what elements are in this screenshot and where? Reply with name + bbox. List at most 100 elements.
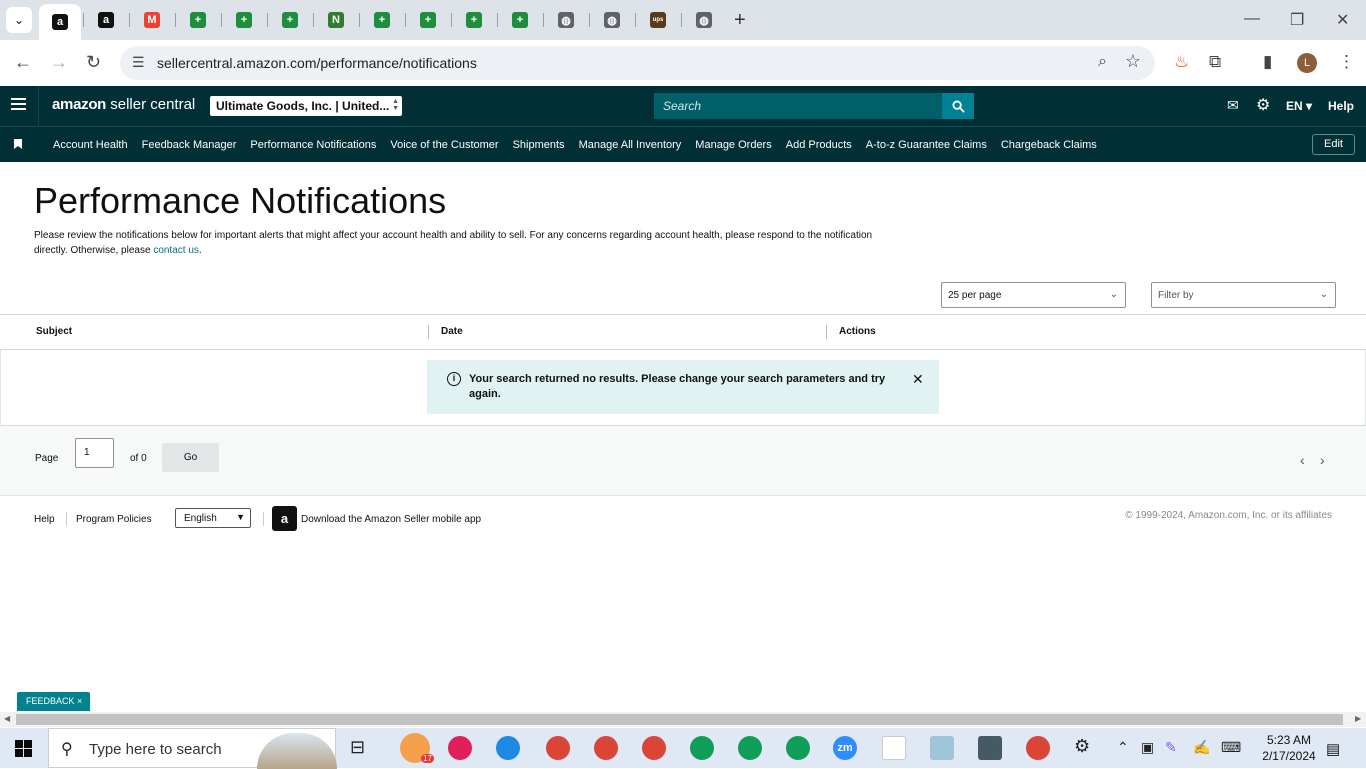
chrome-profile-icon[interactable] — [738, 736, 762, 760]
feedback-button[interactable]: FEEDBACK × — [17, 692, 90, 711]
amazon-app-icon[interactable]: a — [272, 506, 297, 531]
chrome-profile-icon[interactable] — [1026, 736, 1050, 760]
chrome-profile-icon[interactable] — [546, 736, 570, 760]
bookmark-star-icon[interactable]: ☆ — [1125, 51, 1141, 72]
bookmark-icon[interactable] — [14, 139, 22, 149]
browser-tab[interactable]: a — [39, 4, 81, 40]
address-bar[interactable]: ☰ sellercentral.amazon.com/performance/n… — [120, 46, 1155, 80]
back-icon[interactable]: ← — [14, 52, 32, 73]
nav-item-add-products[interactable]: Add Products — [786, 139, 852, 151]
horizontal-scrollbar[interactable]: ◀ ▶ — [0, 712, 1366, 727]
browser-tab[interactable]: M — [132, 4, 172, 36]
handwriting-icon[interactable]: ✍ — [1193, 739, 1210, 756]
chrome-profile-icon[interactable] — [690, 736, 714, 760]
telegram-app-icon[interactable]: 17 — [400, 733, 434, 763]
scroll-right-icon[interactable]: ▶ — [1355, 714, 1361, 723]
restore-icon[interactable]: ❐ — [1290, 10, 1304, 30]
tray-chevron-up-icon[interactable]: ⌃ — [1117, 739, 1129, 756]
search-input[interactable]: Search — [654, 93, 942, 119]
zoom-app-icon[interactable]: zm — [833, 736, 857, 760]
mail-icon[interactable]: ✉ — [1227, 97, 1239, 114]
task-view-icon[interactable]: ⊟ — [350, 737, 365, 758]
notepad-app-icon[interactable] — [930, 736, 954, 760]
nav-item-chargeback-claims[interactable]: Chargeback Claims — [1001, 139, 1097, 151]
program-policies-link[interactable]: Program Policies — [76, 514, 152, 525]
chrome-profile-icon[interactable] — [786, 736, 810, 760]
menu-kebab-icon[interactable]: ⋮ — [1338, 52, 1355, 72]
next-page-icon[interactable]: › — [1320, 452, 1325, 468]
browser-tab[interactable]: + — [362, 4, 402, 36]
language-selector[interactable]: EN ▾ — [1286, 99, 1312, 113]
nav-item-a-to-z-guarantee-claims[interactable]: A-to-z Guarantee Claims — [866, 139, 987, 151]
taskbar-search-input[interactable]: ⚲ Type here to search — [48, 728, 337, 769]
footer-language-select[interactable]: English ▼ — [175, 508, 251, 528]
minimize-icon[interactable]: — — [1244, 10, 1260, 28]
edit-nav-button[interactable]: Edit — [1312, 134, 1355, 155]
scroll-left-icon[interactable]: ◀ — [4, 714, 10, 723]
contact-us-link[interactable]: contact us — [153, 245, 199, 256]
browser-tab[interactable]: + — [178, 4, 218, 36]
nav-item-manage-orders[interactable]: Manage Orders — [695, 139, 771, 151]
side-panel-icon[interactable]: ▮ — [1263, 52, 1272, 72]
hamburger-menu-icon[interactable] — [11, 98, 26, 112]
browser-tab[interactable]: ◍ — [684, 4, 724, 36]
browser-tab[interactable]: N — [316, 4, 356, 36]
keyboard-icon[interactable]: ⌨ — [1221, 739, 1241, 756]
help-link[interactable]: Help — [1328, 99, 1354, 113]
seller-central-logo[interactable]: amazon seller central — [52, 96, 195, 113]
column-header-subject[interactable]: Subject — [36, 326, 72, 337]
browser-tab[interactable]: + — [224, 4, 264, 36]
per-page-select[interactable]: 25 per page ⌄ — [941, 282, 1126, 308]
close-window-icon[interactable]: ✕ — [1336, 10, 1349, 30]
nav-item-account-health[interactable]: Account Health — [53, 139, 128, 151]
scrollbar-thumb[interactable] — [16, 714, 1343, 725]
filter-select[interactable]: Filter by ⌄ — [1151, 282, 1336, 308]
browser-tab[interactable]: + — [270, 4, 310, 36]
browser-tab[interactable]: + — [454, 4, 494, 36]
footer-help-link[interactable]: Help — [34, 514, 55, 525]
notification-center-icon[interactable]: ▤ — [1326, 740, 1340, 758]
go-button[interactable]: Go — [162, 443, 219, 472]
search-button[interactable] — [942, 93, 974, 119]
tab-search-button[interactable]: ⌄ — [6, 7, 32, 33]
edge-app-icon[interactable] — [496, 736, 520, 760]
browser-tab[interactable]: a — [86, 4, 126, 36]
browser-tab[interactable]: ◍ — [546, 4, 586, 36]
profile-avatar[interactable]: L — [1297, 53, 1317, 73]
previous-page-icon[interactable]: ‹ — [1300, 452, 1305, 468]
nav-item-manage-all-inventory[interactable]: Manage All Inventory — [579, 139, 682, 151]
site-info-icon[interactable]: ☰ — [132, 54, 145, 71]
pen-icon[interactable]: ✎ — [1165, 739, 1177, 756]
zoom-icon[interactable]: ⌕ — [1098, 53, 1107, 71]
seller-central-header: amazon seller central Ultimate Goods, In… — [0, 86, 1366, 126]
calculator-app-icon[interactable] — [978, 736, 1002, 760]
chrome-profile-icon[interactable] — [594, 736, 618, 760]
browser-tab[interactable]: ups — [638, 4, 678, 36]
extension-icon[interactable]: ♨ — [1174, 52, 1189, 72]
column-header-date[interactable]: Date — [441, 326, 463, 337]
browser-tab[interactable]: ◍ — [592, 4, 632, 36]
network-icon[interactable]: ▣ — [1141, 739, 1154, 756]
chart-app-icon[interactable] — [882, 736, 906, 760]
system-clock[interactable]: 5:23 AM 2/17/2024 — [1254, 732, 1324, 764]
extensions-puzzle-icon[interactable]: ⧉ — [1209, 52, 1221, 72]
browser-tab[interactable]: + — [500, 4, 540, 36]
store-selector[interactable]: Ultimate Goods, Inc. | United... ▲ ▼ — [210, 96, 402, 116]
nav-item-voice-of-the-customer[interactable]: Voice of the Customer — [390, 139, 498, 151]
nav-item-shipments[interactable]: Shipments — [513, 139, 565, 151]
reload-icon[interactable]: ↻ — [86, 52, 101, 73]
chrome-profile-icon[interactable] — [642, 736, 666, 760]
page-number-input[interactable]: 1 — [75, 438, 114, 468]
nav-item-performance-notifications[interactable]: Performance Notifications — [250, 139, 376, 151]
windows-start-icon[interactable] — [15, 740, 32, 757]
download-app-link[interactable]: Download the Amazon Seller mobile app — [301, 514, 481, 525]
slack-app-icon[interactable] — [448, 736, 472, 760]
forward-icon[interactable]: → — [50, 52, 68, 73]
new-tab-button[interactable]: + — [734, 9, 746, 32]
settings-gear-icon[interactable]: ⚙ — [1074, 736, 1090, 757]
gmail-icon: M — [144, 12, 160, 28]
settings-gear-icon[interactable]: ⚙ — [1256, 95, 1270, 115]
close-alert-icon[interactable]: ✕ — [912, 371, 924, 388]
browser-tab[interactable]: + — [408, 4, 448, 36]
nav-item-feedback-manager[interactable]: Feedback Manager — [142, 139, 237, 151]
